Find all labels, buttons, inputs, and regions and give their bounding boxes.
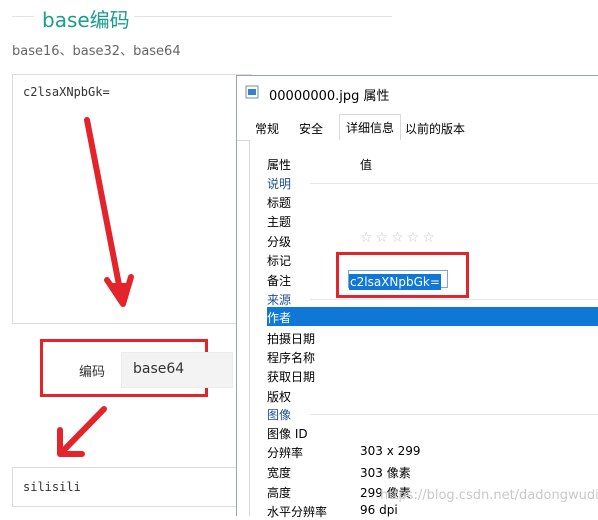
dialog-title: 00000000.jpg 属性	[269, 89, 390, 104]
group-divider	[310, 414, 598, 415]
prop-copyright[interactable]: 版权	[267, 388, 291, 405]
value-width: 303 像素	[360, 466, 411, 480]
value-dimensions: 303 x 299	[360, 444, 421, 458]
prop-tags[interactable]: 标记	[267, 252, 291, 269]
prop-title[interactable]: 标题	[267, 194, 291, 211]
prop-date-acquired[interactable]: 获取日期	[267, 368, 315, 385]
prop-rating[interactable]: 分级	[267, 233, 291, 250]
column-header-value[interactable]: 值	[360, 156, 372, 173]
dialog-titlebar[interactable]: 00000000.jpg 属性	[237, 76, 598, 110]
comments-highlight-box	[336, 252, 469, 298]
prop-image-id[interactable]: 图像 ID	[267, 425, 308, 442]
image-file-icon	[245, 85, 259, 99]
prop-dimensions[interactable]: 分辨率	[267, 444, 303, 461]
tab-security[interactable]: 安全	[293, 118, 329, 140]
prop-date-taken[interactable]: 拍摄日期	[267, 330, 315, 347]
column-header-property[interactable]: 属性	[267, 156, 291, 173]
prop-comments[interactable]: 备注	[267, 272, 291, 289]
prop-subject[interactable]: 主题	[267, 213, 291, 230]
tab-previous-versions[interactable]: 以前的版本	[399, 118, 471, 140]
prop-horizontal-resolution[interactable]: 水平分辨率	[267, 503, 327, 520]
group-divider	[310, 299, 598, 300]
prop-program-name[interactable]: 程序名称	[267, 349, 315, 366]
prop-height[interactable]: 高度	[267, 484, 291, 501]
dialog-tabbar: 常规 安全 详细信息 以前的版本	[237, 112, 598, 141]
prop-author: 作者	[267, 311, 292, 325]
prop-author-row-selected[interactable]: 作者	[267, 307, 598, 326]
arrow-down-left-icon	[57, 406, 107, 457]
group-divider	[310, 183, 598, 184]
details-list: 属性 值 说明 标题 主题 分级 ☆☆☆☆☆ 标记 备注 c2lsaXNpbGk…	[249, 140, 598, 519]
arrow-down-icon	[84, 117, 134, 307]
value-horizontal-resolution: 96 dpi	[360, 503, 398, 517]
tab-general[interactable]: 常规	[249, 118, 285, 140]
group-description: 说明	[267, 177, 292, 191]
group-image: 图像	[267, 408, 292, 422]
rating-stars-icon[interactable]: ☆☆☆☆☆	[360, 230, 438, 246]
group-origin: 来源	[267, 293, 292, 307]
watermark: https://blog.csdn.net/dadongwudi	[380, 488, 598, 503]
prop-width[interactable]: 宽度	[267, 464, 291, 481]
tab-details[interactable]: 详细信息	[339, 114, 402, 141]
